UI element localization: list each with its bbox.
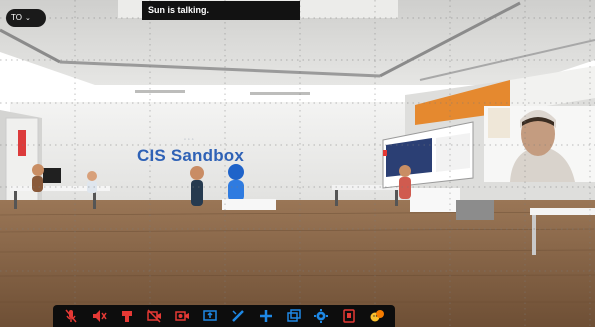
windows-button[interactable] (284, 306, 304, 326)
speaker-muted-icon (92, 310, 107, 322)
emoji-button[interactable] (367, 306, 387, 326)
windows-icon (286, 309, 301, 322)
avatar-left-1 (32, 164, 44, 192)
plus-button[interactable] (256, 306, 276, 326)
leave-button[interactable] (339, 306, 359, 326)
speaker-muted-button[interactable] (89, 306, 109, 326)
video-record-button[interactable] (172, 306, 192, 326)
camera-off-icon (147, 309, 162, 323)
meeting-toolbar (53, 305, 395, 327)
screen-share-button[interactable] (200, 306, 220, 326)
room-scene[interactable] (0, 0, 595, 327)
sign-accent: ◦ ◦ ◦ (184, 137, 194, 143)
avatar-left-2 (87, 171, 97, 193)
teleport-label: TO (11, 13, 22, 22)
settings-icon (314, 309, 329, 323)
participant-video-tile (484, 106, 595, 182)
pen-button[interactable] (228, 306, 248, 326)
avatar-right (399, 165, 411, 199)
emoji-icon (370, 310, 385, 322)
speaker-banner: Sun is talking. (142, 1, 300, 20)
camera-off-button[interactable] (144, 306, 164, 326)
microphone-muted-button[interactable] (61, 306, 81, 326)
pen-icon (231, 310, 244, 322)
leave-icon (343, 309, 355, 323)
hand-raise-button[interactable] (117, 306, 137, 326)
plus-icon (259, 310, 272, 322)
screen-share-icon (203, 310, 217, 321)
video-record-icon (175, 311, 190, 321)
hand-raise-icon (121, 311, 132, 322)
virtual-room-viewport[interactable]: ◦ ◦ ◦ CIS Sandbox TO ⌄ Sun is talking. (0, 0, 595, 327)
room-sign: CIS Sandbox (137, 146, 245, 165)
avatar-center-1 (190, 166, 204, 206)
chevron-down-icon: ⌄ (24, 15, 31, 22)
settings-button[interactable] (311, 306, 331, 326)
teleport-dropdown[interactable]: TO ⌄ (6, 9, 46, 27)
microphone-muted-icon (65, 309, 77, 323)
